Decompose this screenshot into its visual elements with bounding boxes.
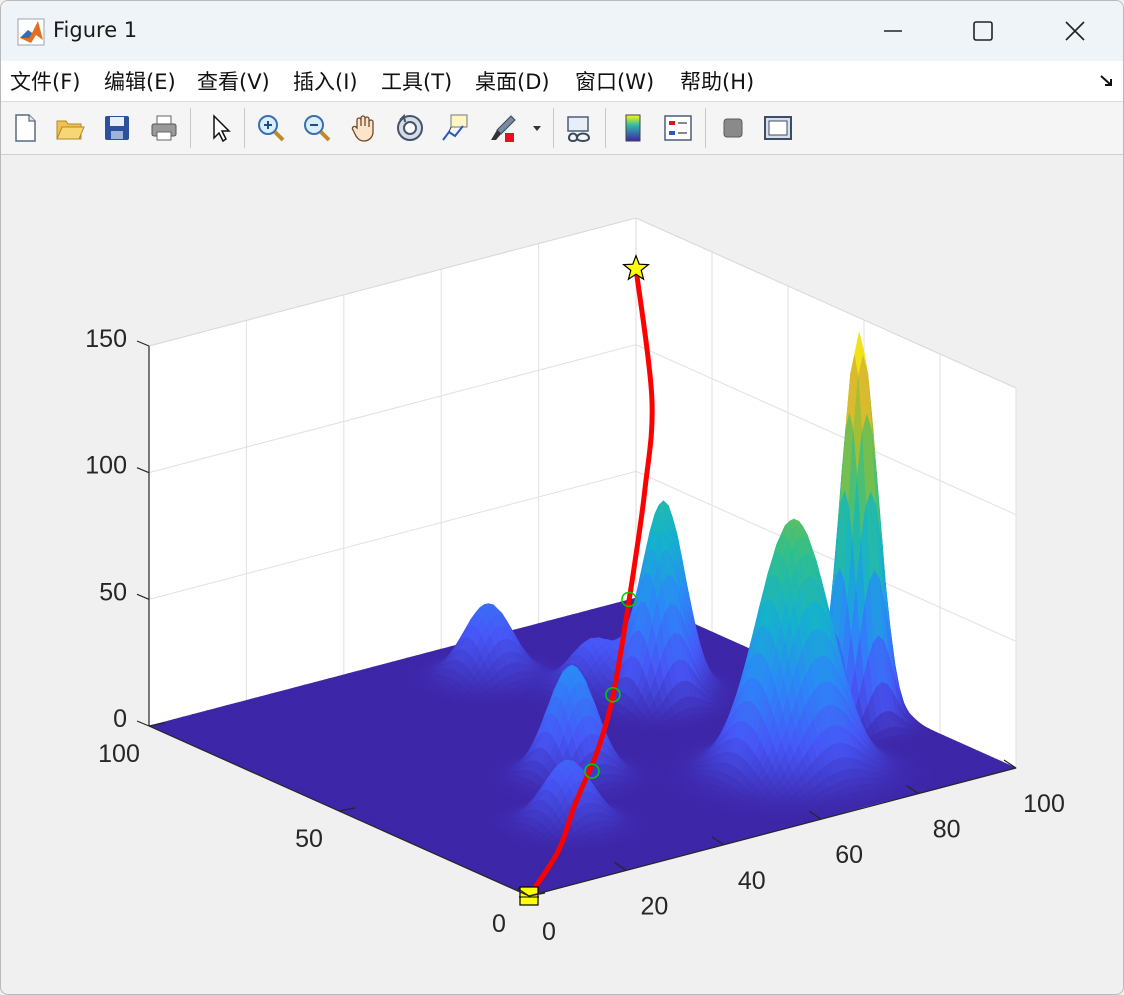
menu-desktop[interactable]: 桌面(D) bbox=[475, 66, 550, 96]
print-icon bbox=[151, 115, 177, 141]
chevron-down-icon bbox=[533, 126, 541, 131]
menu-tools[interactable]: 工具(T) bbox=[381, 66, 452, 96]
menu-file[interactable]: 文件(F) bbox=[10, 66, 80, 96]
hide-plot-tools-button[interactable] bbox=[715, 110, 751, 146]
brush-button[interactable] bbox=[485, 110, 521, 146]
minimize-button[interactable] bbox=[847, 1, 939, 61]
toolbar-separator bbox=[705, 108, 706, 148]
edit-plot-button[interactable] bbox=[202, 110, 238, 146]
menu-window[interactable]: 窗口(W) bbox=[575, 66, 654, 96]
rotate-3d-icon bbox=[397, 113, 423, 141]
save-button[interactable] bbox=[99, 110, 135, 146]
open-icon bbox=[56, 120, 85, 140]
hide-plot-tools-icon bbox=[723, 118, 743, 138]
new-figure-button[interactable] bbox=[7, 110, 43, 146]
menu-insert[interactable]: 插入(I) bbox=[293, 66, 358, 96]
matlab-logo-icon bbox=[17, 18, 45, 46]
menu-edit[interactable]: 编辑(E) bbox=[104, 66, 176, 96]
figure-window: Figure 1 文件(F) 编辑(E) 查看(V) 插入(I) 工具(T) 桌… bbox=[0, 0, 1124, 995]
menu-help[interactable]: 帮助(H) bbox=[680, 66, 754, 96]
surface-plot-axes[interactable]: 020406080100050100050100150 bbox=[1, 154, 1123, 994]
zoom-in-button[interactable] bbox=[253, 110, 289, 146]
zoom-in-icon bbox=[258, 115, 285, 142]
colorbar-icon bbox=[625, 114, 641, 142]
brush-icon bbox=[491, 115, 516, 142]
insert-legend-button[interactable] bbox=[660, 110, 696, 146]
open-file-button[interactable] bbox=[52, 110, 88, 146]
pan-icon bbox=[351, 115, 374, 142]
data-cursor-icon bbox=[442, 114, 468, 141]
toolbar-separator bbox=[553, 108, 554, 148]
minimize-icon bbox=[884, 30, 902, 32]
link-plot-button[interactable] bbox=[561, 110, 597, 146]
close-icon bbox=[1065, 21, 1085, 41]
figure-toolbar bbox=[1, 101, 1123, 155]
show-plot-tools-icon bbox=[764, 116, 792, 140]
menu-view[interactable]: 查看(V) bbox=[197, 66, 270, 96]
maximize-button[interactable] bbox=[937, 1, 1029, 61]
insert-colorbar-button[interactable] bbox=[615, 110, 651, 146]
data-cursor-button[interactable] bbox=[437, 110, 473, 146]
toolbar-separator bbox=[190, 108, 191, 148]
zoom-out-icon bbox=[304, 115, 331, 142]
save-icon bbox=[105, 116, 129, 140]
dock-figure-icon[interactable] bbox=[1099, 73, 1115, 89]
menu-bar: 文件(F) 编辑(E) 查看(V) 插入(I) 工具(T) 桌面(D) 窗口(W… bbox=[1, 61, 1123, 101]
new-figure-icon bbox=[15, 114, 36, 142]
show-plot-tools-button[interactable] bbox=[760, 110, 796, 146]
brush-dropdown[interactable] bbox=[525, 110, 549, 146]
toolbar-separator bbox=[244, 108, 245, 148]
window-title: Figure 1 bbox=[53, 18, 138, 42]
pan-button[interactable] bbox=[346, 110, 382, 146]
figure-canvas: 0 20 40 60 80 100 0 50 100 0 50 100 150 bbox=[1, 154, 1123, 994]
pointer-icon bbox=[213, 114, 231, 143]
title-bar: Figure 1 bbox=[1, 1, 1123, 61]
close-button[interactable] bbox=[1029, 1, 1121, 61]
rotate-3d-button[interactable] bbox=[392, 110, 428, 146]
zoom-out-button[interactable] bbox=[299, 110, 335, 146]
link-plot-icon bbox=[567, 116, 591, 142]
print-button[interactable] bbox=[146, 110, 182, 146]
toolbar-separator bbox=[605, 108, 606, 148]
legend-icon bbox=[664, 115, 692, 141]
maximize-icon bbox=[973, 21, 993, 41]
